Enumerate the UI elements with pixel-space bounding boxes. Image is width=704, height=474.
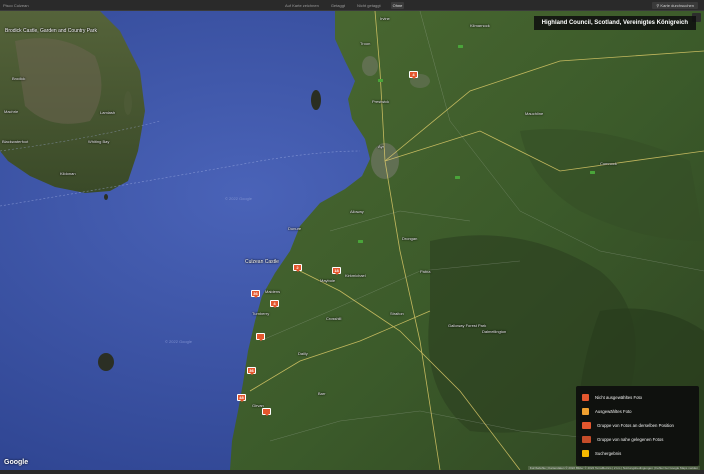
road-badge	[378, 79, 383, 82]
road-badge	[358, 240, 363, 243]
holy-isle	[124, 91, 132, 115]
map-legend: Nicht ausgewähltes Foto Ausgewähltes Fot…	[576, 386, 699, 466]
place-label: Barr	[318, 391, 326, 396]
single-photo-icon	[582, 393, 589, 401]
place-label: Maidens	[265, 289, 281, 294]
place-label: Galloway Forest Park	[448, 323, 487, 328]
legend-item: Ausgewähltes Foto	[582, 404, 693, 418]
place-label: Mauchline	[525, 111, 544, 116]
place-label: Maybole	[320, 278, 336, 283]
water-label: © 2022 Google	[225, 196, 252, 201]
place-label: Lamlash	[100, 110, 116, 115]
place-label: Dunure	[288, 226, 302, 231]
photo-marker[interactable]	[262, 408, 271, 416]
place-label: Troon	[360, 41, 371, 46]
road-badge	[455, 176, 460, 179]
place-label: Dalmellington	[482, 329, 507, 334]
road-badge	[458, 45, 463, 48]
place-label: Ayr	[378, 144, 384, 149]
legend-label: Gruppe von nahe gelegenen Fotos	[597, 436, 664, 442]
place-label: Blackwaterfoot	[2, 139, 29, 144]
place-label: Crosshill	[326, 316, 342, 321]
photo-marker[interactable]: 36	[247, 367, 256, 375]
photo-marker[interactable]: 36	[251, 290, 260, 298]
legend-item: Suchergebnis	[582, 446, 693, 460]
place-label: Prestwick	[372, 99, 390, 104]
poi-culzean-castle[interactable]: Culzean Castle	[245, 259, 279, 265]
bottom-bar	[0, 470, 704, 474]
photo-marker[interactable]: 18	[332, 267, 341, 275]
legend-label: Suchergebnis	[595, 450, 622, 456]
place-label: Drongan	[402, 236, 418, 241]
photo-marker[interactable]	[256, 333, 265, 341]
water-label: © 2022 Google	[165, 339, 192, 344]
road-badge	[590, 171, 595, 174]
place-label: Brodick	[12, 76, 26, 81]
legend-label: Ausgewähltes Foto	[595, 408, 632, 414]
photo-marker[interactable]: 48	[237, 394, 246, 402]
ailsa-craig	[98, 353, 114, 371]
place-label: Kildonan	[60, 171, 76, 176]
google-logo: Google	[4, 459, 29, 466]
search-map-button[interactable]: ⚲ Karte durchsuchen	[652, 2, 698, 9]
photo-marker[interactable]: 2	[293, 264, 302, 272]
nearby-group-icon	[582, 435, 591, 443]
place-label: Straiton	[390, 311, 404, 316]
search-map-label: Karte durchsuchen	[660, 3, 694, 8]
filter-untagged[interactable]: Nicht getaggt	[355, 2, 383, 9]
map-attribution[interactable]: Kurzbefehle | Kartendaten © 2022 Bilder …	[527, 466, 700, 470]
poi-brodick-castle[interactable]: Brodick Castle, Garden and Country Park	[5, 28, 97, 34]
search-result-icon	[582, 449, 589, 457]
place-label: Patna	[420, 269, 431, 274]
place-label: Whiting Bay	[88, 139, 110, 144]
filter-bar: Auf Karte zeichnen Getaggt Nicht getaggt…	[283, 2, 405, 9]
place-label: Turnberry	[252, 311, 270, 316]
place-label: Machrie	[4, 109, 19, 114]
filter-none[interactable]: Ohne	[390, 2, 405, 9]
region-title: Highland Council, Scotland, Vereinigtes …	[533, 16, 696, 30]
legend-label: Nicht ausgewähltes Foto	[595, 394, 643, 400]
place-label: Dailly	[298, 351, 308, 356]
legend-item: Gruppe von Fotos an derselben Position	[582, 418, 693, 432]
lady-isle	[311, 90, 321, 110]
photo-group-icon	[582, 421, 591, 429]
legend-label: Gruppe von Fotos an derselben Position	[597, 422, 674, 428]
place-label: Cumnock	[600, 161, 617, 166]
place-label: Kilmarnock	[470, 23, 490, 28]
place-label: Irvine	[380, 16, 390, 21]
breadcrumb: Pisco Culzean	[3, 3, 29, 8]
legend-item: Nicht ausgewähltes Foto	[582, 390, 693, 404]
place-label: Alloway	[350, 209, 364, 214]
place-label: Kirkmichael	[345, 273, 366, 278]
top-toolbar: Pisco Culzean Auf Karte zeichnen Getaggt…	[0, 0, 704, 11]
filter-draw-on-map[interactable]: Auf Karte zeichnen	[283, 2, 321, 9]
legend-item: Gruppe von nahe gelegenen Fotos	[582, 432, 693, 446]
filter-tagged[interactable]: Getaggt	[329, 2, 347, 9]
photo-marker[interactable]: 4	[270, 300, 279, 308]
selected-photo-icon	[582, 407, 589, 415]
photo-marker[interactable]: 4	[409, 71, 418, 79]
